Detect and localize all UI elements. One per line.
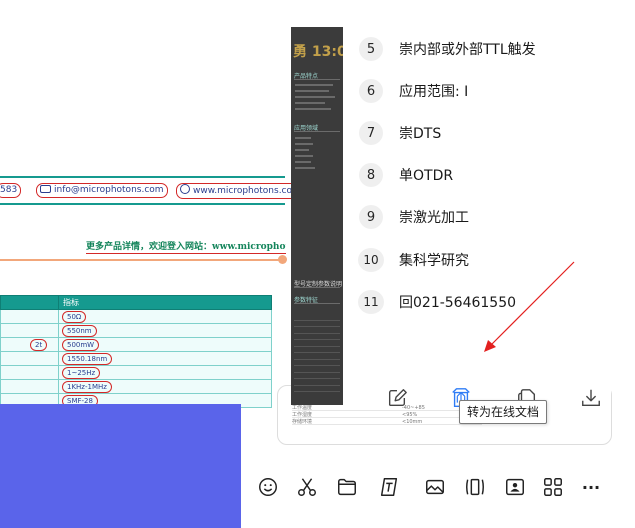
download-button[interactable] xyxy=(577,384,605,412)
contact-row: 583 info@microphotons.com www.microphoto… xyxy=(0,183,305,199)
screenshot-button[interactable] xyxy=(294,474,320,500)
list-item[interactable]: 9 崇激光加工 xyxy=(343,204,469,230)
table-row: 550nm xyxy=(0,323,272,338)
table-row: 1KHz-1MHz xyxy=(0,379,272,394)
item-label: 崇激光加工 xyxy=(399,210,469,226)
screen-share-icon xyxy=(506,478,524,496)
thumbnail-section: 产品特点 xyxy=(294,71,340,80)
scissors-icon xyxy=(298,478,316,496)
orange-divider xyxy=(0,259,283,261)
contact-web: www.microphotons.com xyxy=(176,183,305,199)
item-label: 单OTDR xyxy=(399,168,454,184)
clip-button[interactable] xyxy=(462,474,488,500)
promo-text: 更多产品详情，欢迎登入网站：www.microphotons.co xyxy=(86,242,286,254)
contact-web-text: www.microphotons.com xyxy=(193,186,301,196)
contact-email-text: info@microphotons.com xyxy=(54,185,164,195)
table-row: 2t 500mW xyxy=(0,337,272,352)
more-icon: ··· xyxy=(581,477,601,497)
item-number: 9 xyxy=(359,205,383,229)
edit-button[interactable] xyxy=(383,384,411,412)
blue-background-block xyxy=(0,404,241,528)
table-row: 1550.18nm xyxy=(0,351,272,366)
row-label: 存储环境 xyxy=(292,419,313,425)
list-item[interactable]: 8 单OTDR xyxy=(343,162,453,188)
table-header-cell xyxy=(0,295,59,310)
document-preview: 583 info@microphotons.com www.microphoto… xyxy=(0,0,305,408)
thumbnail-bar-title: 型号定制参数说明 xyxy=(294,281,343,288)
item-label: 崇内部或外部TTL触发 xyxy=(399,42,536,58)
table-row: 存储环境 <10mm xyxy=(292,418,482,425)
table-header-cell: 指标 xyxy=(58,295,272,310)
text-box-icon xyxy=(380,478,398,496)
list-item[interactable]: 10 集科学研究 xyxy=(343,247,469,273)
spec-table: 指标 50Ω 550nm 2t 500mW 1550.18nm 1~25Hz 1K… xyxy=(0,295,272,408)
mail-icon xyxy=(40,185,51,193)
table-value: 500mW xyxy=(62,338,100,351)
list-item[interactable]: 11 回021-56461550 xyxy=(343,289,516,315)
item-label: 回021-56461550 xyxy=(399,295,517,311)
item-number: 6 xyxy=(359,79,383,103)
table-value: 1~25Hz xyxy=(62,366,101,379)
apps-button[interactable] xyxy=(540,474,566,500)
image-button[interactable] xyxy=(422,474,448,500)
document-outline-menu: 5 崇内部或外部TTL触发 6 应用范围: I 7 崇DTS 8 单OTDR 9… xyxy=(343,27,611,408)
table-row: 指标 xyxy=(0,295,272,310)
item-number: 8 xyxy=(359,163,383,187)
page-thumbnail: 勇 13:0 产品特点 应用领域 型号定制参数说明 参数特征 xyxy=(291,27,343,405)
orange-dot xyxy=(278,255,287,264)
item-label: 应用范围: I xyxy=(399,84,469,100)
folder-icon xyxy=(338,478,356,496)
item-number: 5 xyxy=(359,37,383,61)
contact-email: info@microphotons.com xyxy=(36,183,168,198)
list-item[interactable]: 7 崇DTS xyxy=(343,120,441,146)
item-label: 集科学研究 xyxy=(399,253,469,269)
edit-icon xyxy=(388,389,407,407)
clip-icon xyxy=(466,478,484,496)
item-number: 11 xyxy=(358,290,384,314)
more-button[interactable]: ··· xyxy=(578,474,604,500)
tooltip: 转为在线文档 xyxy=(459,400,548,424)
list-item[interactable]: 6 应用范围: I xyxy=(343,78,468,104)
globe-icon xyxy=(180,184,190,194)
table-value: 1KHz-1MHz xyxy=(62,380,112,393)
table-row: 50Ω xyxy=(0,309,272,324)
table-row: 工作湿度 <95% xyxy=(292,411,482,418)
thumbnail-title: 勇 13:0 xyxy=(293,44,343,60)
thumbnail-section: 应用领域 xyxy=(294,123,340,132)
screen-share-button[interactable] xyxy=(502,474,528,500)
chat-input-toolbar: ··· xyxy=(241,460,635,512)
table-value: 50Ω xyxy=(62,310,87,323)
contact-phone: 583 xyxy=(0,183,22,198)
table-value: 1550.18nm xyxy=(62,352,113,365)
row-label: 工作湿度 xyxy=(292,412,313,418)
thumbnail-section: 参数特征 xyxy=(294,295,340,304)
item-label: 崇DTS xyxy=(399,126,442,142)
teal-divider xyxy=(0,176,285,178)
send-file-button[interactable] xyxy=(334,474,360,500)
emoji-button[interactable] xyxy=(255,474,281,500)
table-value: 550nm xyxy=(62,324,97,337)
table-row: 1~25Hz xyxy=(0,365,272,380)
thumbnail-table xyxy=(294,314,340,392)
apps-grid-icon xyxy=(544,478,562,496)
list-item[interactable]: 5 崇内部或外部TTL触发 xyxy=(343,36,536,62)
text-box-button[interactable] xyxy=(376,474,402,500)
item-number: 10 xyxy=(358,248,384,272)
item-number: 7 xyxy=(359,121,383,145)
table-value: 2t xyxy=(30,338,48,351)
download-icon xyxy=(582,389,600,407)
emoji-icon xyxy=(259,478,277,496)
teal-divider xyxy=(0,203,285,205)
image-icon xyxy=(426,479,444,495)
